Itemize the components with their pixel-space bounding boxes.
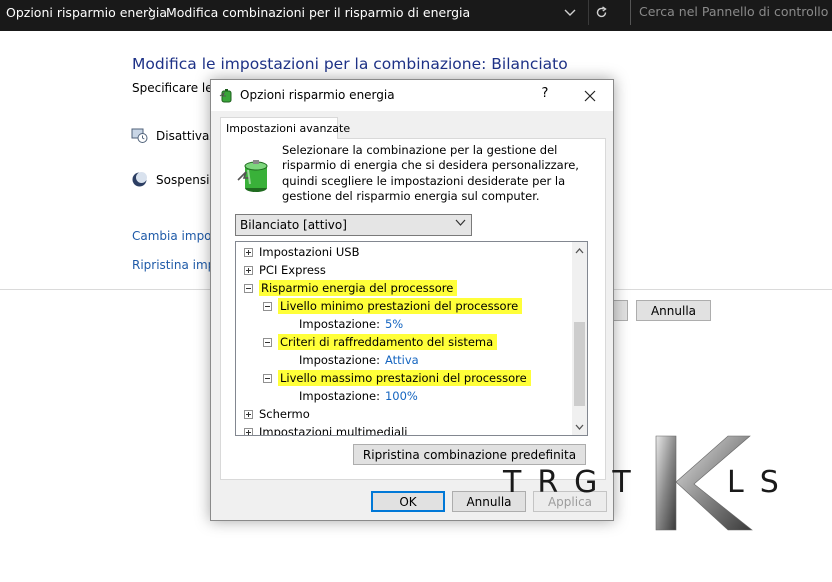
dialog-description: Selezionare la combinazione per la gesti… (282, 143, 579, 203)
tree-item-multimedia[interactable]: Impostazioni multimediali (244, 423, 407, 435)
tree-item-processor-power[interactable]: Risparmio energia del processore (244, 279, 458, 297)
expand-icon[interactable] (244, 427, 253, 435)
tree-item-cooling-setting[interactable]: Impostazione: Attiva (299, 351, 419, 369)
collapse-icon[interactable] (263, 373, 272, 383)
tree-scrollbar[interactable] (572, 242, 587, 435)
expand-icon[interactable] (244, 409, 253, 419)
refresh-icon (596, 6, 607, 18)
page-title: Modifica le impostazioni per la combinaz… (132, 55, 568, 73)
scroll-down-button[interactable] (572, 418, 587, 435)
chevron-up-icon (575, 247, 584, 253)
tree-item-label: Livello massimo prestazioni del processo… (278, 370, 531, 386)
tree-item-label: Schermo (259, 407, 310, 421)
tree-item-pci-express[interactable]: PCI Express (244, 261, 326, 279)
tree-item-usb[interactable]: Impostazioni USB (244, 243, 360, 261)
plan-select-value: Bilanciato [attivo] (240, 218, 347, 232)
tree-item-display[interactable]: Schermo (244, 405, 310, 423)
display-off-icon (131, 128, 148, 143)
expand-icon[interactable] (244, 265, 253, 275)
chevron-down-icon (455, 219, 466, 226)
plan-select[interactable]: Bilanciato [attivo] (235, 214, 472, 236)
tree-item-cooling-policy[interactable]: Criteri di raffreddamento del sistema (263, 333, 498, 351)
page-subtitle: Specificare le i (132, 81, 220, 95)
watermark-text-left: TRGT (503, 465, 647, 500)
setting-label: Impostazione: (299, 389, 380, 403)
dialog-title: Opzioni risparmio energia (240, 88, 395, 102)
collapse-icon[interactable] (263, 301, 272, 311)
setting-label: Impostazione: (299, 353, 380, 367)
tab-advanced-settings[interactable]: Impostazioni avanzate (220, 117, 350, 139)
address-bar: Opzioni risparmio energia › Modifica com… (0, 0, 832, 31)
tree-item-max-processor-state[interactable]: Livello massimo prestazioni del processo… (263, 369, 531, 387)
collapse-icon[interactable] (244, 283, 253, 293)
setting-value-link[interactable]: Attiva (385, 353, 419, 367)
scroll-thumb[interactable] (574, 322, 585, 406)
chevron-down-icon (575, 424, 584, 430)
close-icon (584, 90, 596, 102)
setting-label: Impostazione: (299, 317, 380, 331)
settings-tree-content: Impostazioni USB PCI Express Risparmio e… (236, 242, 572, 435)
chevron-down-icon (564, 9, 576, 16)
close-button[interactable] (573, 84, 607, 108)
sleep-moon-icon (132, 172, 147, 187)
scroll-up-button[interactable] (572, 242, 587, 259)
battery-power-icon (237, 160, 268, 192)
dialog-titlebar[interactable]: Opzioni risparmio energia ? (211, 80, 613, 111)
settings-tree[interactable]: Impostazioni USB PCI Express Risparmio e… (235, 241, 588, 436)
power-options-dialog: Opzioni risparmio energia ? Impostazioni… (210, 79, 614, 521)
help-button[interactable]: ? (531, 86, 559, 106)
setting-value-link[interactable]: 100% (385, 389, 418, 403)
refresh-button[interactable] (588, 0, 614, 25)
tree-item-label: Livello minimo prestazioni del processor… (278, 298, 523, 314)
breadcrumb-edit-plans[interactable]: Modifica combinazioni per il risparmio d… (166, 5, 470, 20)
tree-item-label: Impostazioni multimediali (259, 425, 408, 435)
restore-defaults-button[interactable]: Ripristina combinazione predefinita (353, 444, 586, 465)
breadcrumb-separator: › (148, 3, 154, 18)
search-input[interactable]: Cerca nel Pannello di controllo (630, 0, 832, 25)
background-cancel-button[interactable]: Annulla (636, 300, 711, 321)
power-plan-icon (219, 89, 232, 103)
address-dropdown-button[interactable] (557, 0, 583, 25)
watermark-text-right: LS (727, 465, 795, 500)
ok-button[interactable]: OK (371, 491, 445, 512)
breadcrumb-power-options[interactable]: Opzioni risparmio energia (6, 5, 167, 20)
tree-item-label: Risparmio energia del processore (259, 280, 458, 296)
setting-value-link[interactable]: 5% (385, 317, 403, 331)
expand-icon[interactable] (244, 247, 253, 257)
tree-item-label: Criteri di raffreddamento del sistema (278, 334, 498, 350)
tree-item-min-processor-state[interactable]: Livello minimo prestazioni del processor… (263, 297, 523, 315)
collapse-icon[interactable] (263, 337, 272, 347)
tree-item-label: Impostazioni USB (259, 245, 360, 259)
tree-item-min-setting[interactable]: Impostazione: 5% (299, 315, 403, 333)
tree-item-max-setting[interactable]: Impostazione: 100% (299, 387, 418, 405)
change-advanced-link[interactable]: Cambia impost (132, 229, 222, 243)
tree-item-label: PCI Express (259, 263, 326, 277)
